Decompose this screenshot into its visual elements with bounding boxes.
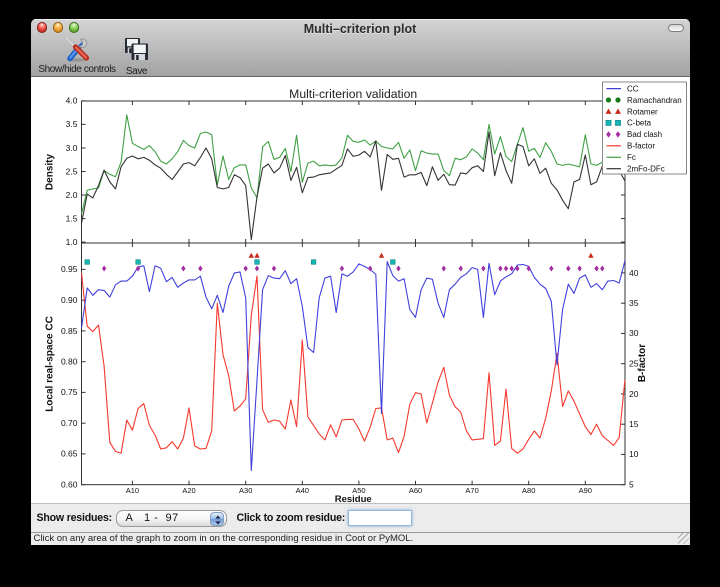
svg-text:A60: A60 (408, 486, 421, 495)
svg-text:1.0: 1.0 (65, 237, 77, 247)
svg-text:0.85: 0.85 (60, 326, 77, 336)
svg-text:CC: CC (627, 84, 639, 93)
svg-text:20: 20 (629, 389, 639, 399)
svg-text:Ramachandran: Ramachandran (627, 96, 682, 105)
svg-text:5: 5 (629, 480, 634, 490)
svg-text:10: 10 (629, 449, 639, 459)
svg-text:0.60: 0.60 (60, 480, 77, 490)
svg-text:0.95: 0.95 (60, 264, 77, 274)
svg-text:Local real-space CC: Local real-space CC (44, 316, 55, 412)
svg-text:A80: A80 (522, 486, 535, 495)
svg-text:A30: A30 (239, 486, 252, 495)
svg-text:0.70: 0.70 (60, 418, 77, 428)
svg-text:A40: A40 (295, 486, 308, 495)
svg-text:Rotamer: Rotamer (627, 107, 658, 116)
svg-text:B-factor: B-factor (637, 344, 648, 382)
svg-text:40: 40 (629, 268, 639, 278)
svg-text:2.5: 2.5 (65, 166, 77, 176)
svg-text:3.0: 3.0 (65, 143, 77, 153)
svg-text:3.5: 3.5 (65, 119, 77, 129)
svg-text:B-factor: B-factor (627, 142, 655, 151)
svg-text:15: 15 (629, 419, 639, 429)
svg-text:Multi-criterion validation: Multi-criterion validation (289, 87, 417, 101)
svg-text:30: 30 (629, 328, 639, 338)
svg-text:35: 35 (629, 298, 639, 308)
svg-text:2.0: 2.0 (65, 190, 77, 200)
svg-text:Residue: Residue (334, 494, 371, 502)
svg-text:Fc: Fc (627, 153, 636, 162)
svg-text:1.5: 1.5 (65, 213, 77, 223)
svg-text:C-beta: C-beta (627, 119, 652, 128)
svg-text:0.65: 0.65 (60, 449, 77, 459)
svg-text:A10: A10 (125, 486, 138, 495)
svg-text:A20: A20 (182, 486, 195, 495)
svg-text:A70: A70 (465, 486, 478, 495)
svg-text:0.80: 0.80 (60, 357, 77, 367)
svg-text:0.90: 0.90 (60, 295, 77, 305)
svg-text:Density: Density (44, 154, 55, 191)
svg-text:Bad clash: Bad clash (627, 130, 662, 139)
svg-text:4.0: 4.0 (65, 96, 77, 106)
svg-text:2mFo-DFc: 2mFo-DFc (627, 165, 665, 174)
svg-text:A90: A90 (578, 486, 591, 495)
svg-text:0.75: 0.75 (60, 387, 77, 397)
